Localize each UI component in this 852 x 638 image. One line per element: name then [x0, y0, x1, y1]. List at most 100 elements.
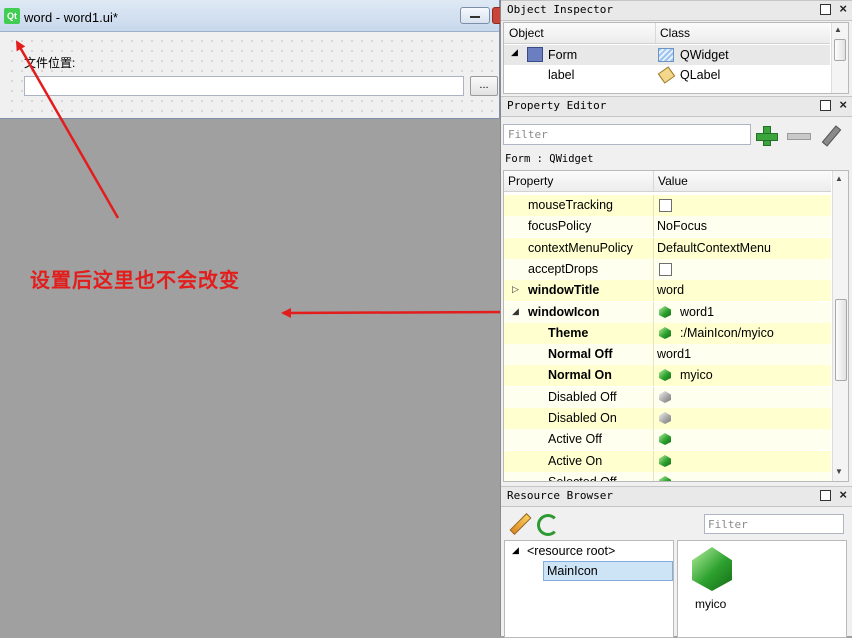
filter-placeholder: Filter	[708, 518, 748, 531]
property-table-header: Property Value	[504, 171, 831, 192]
property-value[interactable]: DefaultContextMenu	[657, 241, 771, 255]
add-property-icon[interactable]	[755, 124, 778, 146]
property-name: Normal On	[548, 368, 612, 382]
property-name: focusPolicy	[528, 219, 592, 233]
property-row[interactable]: acceptDrops	[504, 259, 831, 281]
close-icon[interactable]: ×	[839, 487, 847, 502]
property-value[interactable]: myico	[680, 368, 713, 382]
property-row[interactable]: mouseTracking	[504, 195, 831, 217]
right-dock-area: Object Inspector × Object Class ◢ Form Q…	[500, 0, 852, 638]
property-row[interactable]: Disabled On	[504, 408, 831, 430]
filter-placeholder: Filter	[508, 128, 548, 141]
property-name: Disabled On	[548, 411, 617, 425]
green-gem-icon	[659, 455, 671, 467]
green-gem-icon	[659, 476, 671, 481]
property-name: Active Off	[548, 432, 602, 446]
object-inspector-header: Object Class	[504, 23, 830, 44]
property-row[interactable]: Disabled Off	[504, 387, 831, 409]
float-icon[interactable]	[820, 490, 831, 501]
arrow-to-title-icon	[15, 40, 120, 219]
property-name: Theme	[548, 326, 589, 340]
object-inspector-scrollbar[interactable]: ▲	[831, 23, 848, 93]
property-value[interactable]: NoFocus	[657, 219, 707, 233]
property-value[interactable]: word1	[657, 347, 691, 361]
column-header-object[interactable]: Object	[509, 26, 544, 40]
grey-gem-icon	[659, 391, 671, 403]
property-name: mouseTracking	[528, 198, 613, 212]
resource-filter-input[interactable]: Filter	[704, 514, 844, 534]
property-row[interactable]: focusPolicy NoFocus	[504, 216, 831, 238]
property-name: windowIcon	[528, 305, 600, 319]
property-context-label: Form : QWidget	[505, 153, 594, 165]
grey-gem-icon	[659, 412, 671, 424]
property-value[interactable]: word	[657, 283, 684, 297]
property-scrollbar[interactable]: ▲ ▼	[832, 171, 848, 481]
property-rows: mouseTracking focusPolicy NoFocus contextMe…	[504, 195, 831, 482]
column-header-value[interactable]: Value	[658, 174, 688, 188]
scroll-down-icon[interactable]: ▼	[835, 467, 843, 476]
property-row[interactable]: ▷ windowTitle word	[504, 280, 831, 302]
remove-property-icon[interactable]	[787, 133, 811, 140]
object-inspector-title: Object Inspector	[507, 3, 613, 16]
property-name: contextMenuPolicy	[528, 241, 633, 255]
scroll-up-icon[interactable]: ▲	[835, 174, 843, 183]
column-header-property[interactable]: Property	[508, 174, 553, 188]
property-name: acceptDrops	[528, 262, 599, 276]
tree-class-form: QWidget	[680, 48, 729, 62]
file-name-myico: myico	[695, 597, 727, 611]
edit-resources-pencil-icon[interactable]	[509, 512, 532, 535]
property-table: Property Value mouseTracking focusPolicy N…	[503, 170, 849, 482]
property-row[interactable]: Selected Off	[504, 472, 831, 482]
tree-row-form[interactable]: ◢ Form QWidget	[504, 45, 830, 65]
close-icon[interactable]: ×	[839, 1, 847, 16]
resource-tree: ◢ <resource root> MainIcon	[504, 540, 674, 638]
tree-object-label: label	[548, 68, 575, 82]
property-row[interactable]: Active On	[504, 451, 831, 473]
property-name: Active On	[548, 454, 603, 468]
property-row[interactable]: Normal Off word1	[504, 344, 831, 366]
property-checkbox[interactable]	[659, 199, 672, 212]
tree-row-label[interactable]: label QLabel	[504, 65, 830, 85]
resource-browser-title: Resource Browser	[507, 489, 613, 502]
expand-arrow-icon[interactable]: ◢	[512, 306, 519, 317]
label-tag-icon	[657, 66, 676, 84]
file-item-myico[interactable]: myico	[686, 545, 742, 615]
scroll-up-icon[interactable]: ▲	[834, 25, 842, 34]
green-gem-icon	[659, 433, 671, 445]
property-value[interactable]: word1	[680, 305, 714, 319]
property-row[interactable]: ◢ windowIcon word1	[504, 302, 831, 324]
resource-file-view: myico	[677, 540, 847, 638]
property-name: Disabled Off	[548, 390, 617, 404]
property-name: Selected Off	[548, 475, 617, 482]
form-icon	[527, 47, 543, 62]
float-icon[interactable]	[820, 100, 831, 111]
reload-icon[interactable]	[537, 514, 559, 536]
green-gem-icon	[659, 369, 671, 381]
configure-wrench-icon[interactable]	[819, 124, 842, 147]
property-row[interactable]: Normal On myico	[504, 365, 831, 387]
property-row[interactable]: contextMenuPolicy DefaultContextMenu	[504, 238, 831, 260]
collapse-arrow-icon[interactable]: ▷	[512, 284, 519, 295]
expand-arrow-icon[interactable]: ◢	[511, 47, 518, 58]
prefix-label: MainIcon	[547, 564, 598, 578]
property-name: windowTitle	[528, 283, 600, 297]
resource-prefix-mainicon[interactable]: MainIcon	[543, 561, 673, 581]
scroll-thumb[interactable]	[835, 299, 847, 381]
close-icon[interactable]: ×	[839, 97, 847, 112]
green-gem-icon	[659, 327, 671, 339]
property-filter-input[interactable]: Filter	[503, 124, 751, 145]
object-inspector-tree: Object Class ◢ Form QWidget label QLabel…	[503, 22, 849, 94]
object-inspector-title-bar: Object Inspector ×	[501, 0, 852, 21]
property-row[interactable]: Theme :/MainIcon/myico	[504, 323, 831, 345]
scroll-thumb[interactable]	[834, 39, 846, 61]
property-row[interactable]: Active Off	[504, 429, 831, 451]
expand-arrow-icon[interactable]: ◢	[512, 545, 519, 556]
property-checkbox[interactable]	[659, 263, 672, 276]
property-editor-title-bar: Property Editor ×	[501, 96, 852, 117]
property-editor-title: Property Editor	[507, 99, 607, 112]
property-value[interactable]: :/MainIcon/myico	[680, 326, 774, 340]
resource-root-item[interactable]: <resource root>	[527, 544, 615, 558]
float-icon[interactable]	[820, 4, 831, 15]
green-gem-icon	[659, 306, 671, 318]
column-header-class[interactable]: Class	[660, 26, 690, 40]
